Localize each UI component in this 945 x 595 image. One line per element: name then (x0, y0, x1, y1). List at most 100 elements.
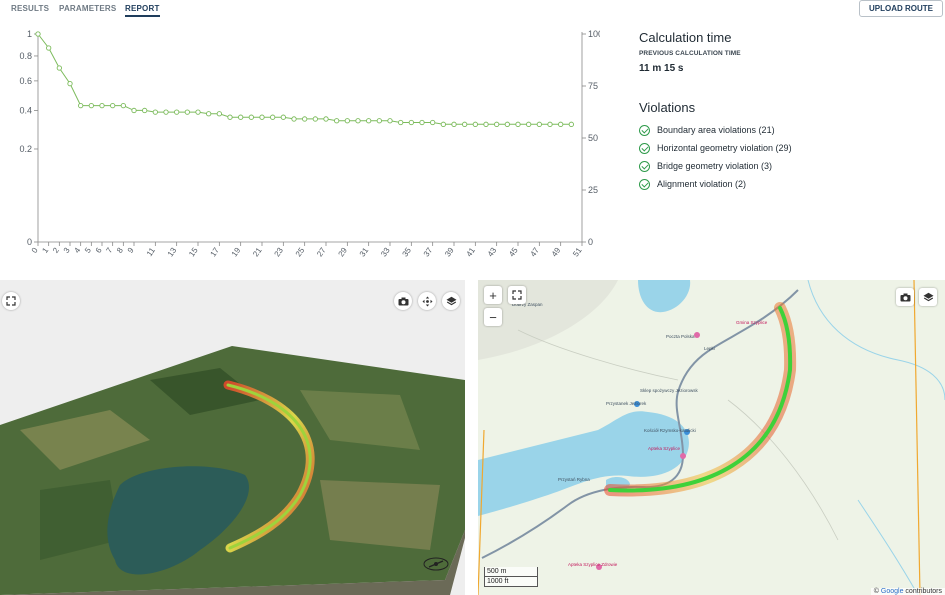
data-point (440, 121, 446, 127)
map-layers-button[interactable] (919, 288, 937, 306)
fullscreen-button[interactable] (2, 292, 20, 310)
x-tick-label: 9 (126, 246, 136, 255)
attribution-google[interactable]: Google (881, 588, 904, 595)
x-tick-label: 1 (40, 246, 50, 255)
x-tick-label: 43 (486, 246, 499, 259)
data-point (366, 118, 372, 124)
x-tick-label: 29 (336, 246, 349, 259)
camera-icon (398, 297, 408, 305)
data-point (462, 121, 468, 127)
data-point (323, 116, 329, 122)
data-point (536, 121, 542, 127)
data-point (174, 109, 180, 115)
check-circle-icon (639, 160, 650, 172)
violation-item: Bridge geometry violation (3) (639, 157, 939, 175)
violation-label: Bridge geometry violation (3) (657, 161, 773, 171)
map-canvas[interactable] (478, 280, 945, 595)
data-point (515, 121, 521, 127)
map-label: Apteka Szyplice Zdrowie (568, 562, 618, 567)
map-label: Sklep spożywczy Jeziorowsk (640, 388, 698, 393)
check-circle-icon (639, 178, 650, 190)
x-tick-label: 13 (166, 246, 179, 259)
data-point (398, 119, 404, 126)
x-tick-label: 51 (571, 246, 584, 259)
lake-main (478, 411, 689, 516)
info-panel: Calculation time PREVIOUS CALCULATION TI… (639, 30, 939, 193)
map-2d-view[interactable]: Dobrzy Zaspan Poczta Polska Gmina Szypli… (478, 280, 945, 595)
road-minor (727, 399, 839, 541)
data-point (334, 118, 340, 124)
data-point (291, 116, 297, 122)
x-tick-label: 39 (443, 246, 456, 259)
violation-item: Alignment violation (2) (639, 175, 939, 193)
layers-icon (923, 292, 933, 301)
data-point (472, 121, 478, 127)
data-point (195, 109, 201, 115)
y-tick-label-left: 0.6 (19, 76, 32, 86)
map-label: Apteka Szyplice (648, 446, 681, 451)
data-point (99, 102, 105, 109)
zoom-in-button[interactable]: + (484, 286, 502, 304)
x-tick-label: 7 (104, 246, 114, 255)
y-tick-label-left: 0.2 (19, 144, 32, 154)
x-tick-label: 41 (464, 246, 477, 259)
x-tick-label: 31 (358, 246, 371, 259)
lake-upper (638, 280, 691, 313)
x-tick-label: 35 (400, 246, 413, 259)
data-point (120, 102, 126, 109)
data-point (35, 31, 41, 37)
data-point (547, 121, 553, 127)
x-tick-label: 15 (187, 246, 200, 259)
y-tick-label-right: 75 (588, 81, 598, 91)
map-label: Przystań Rybna (558, 477, 590, 482)
terrain-canvas[interactable] (0, 280, 465, 595)
check-circle-icon (639, 142, 650, 154)
x-tick-label: 49 (550, 246, 563, 259)
scale-imperial: 1000 ft (484, 577, 538, 587)
x-tick-label: 21 (251, 246, 264, 259)
data-point (430, 119, 436, 126)
map-label: Gmina Szyplice (736, 320, 768, 325)
data-point (56, 65, 62, 71)
violation-label: Horizontal geometry violation (29) (657, 143, 792, 153)
boundary-line (913, 280, 921, 595)
attribution-contributors: contributors (905, 588, 942, 595)
x-tick-label: 23 (272, 246, 285, 259)
x-tick-label: 27 (315, 246, 328, 259)
tab-parameters[interactable]: PARAMETERS (59, 4, 116, 13)
calculation-progress-chart: 00.20.40.60.81 0255075100 01234567891113… (19, 29, 600, 259)
data-point (46, 45, 52, 51)
camera-icon (900, 293, 910, 301)
series-line (37, 33, 572, 125)
violation-item: Horizontal geometry violation (29) (639, 139, 939, 157)
top-navigation: RESULTS PARAMETERS REPORT UPLOAD ROUTE (0, 0, 945, 17)
upload-route-button[interactable]: UPLOAD ROUTE (859, 0, 943, 17)
violation-label: Boundary area violations (21) (657, 125, 775, 135)
calculation-time-value: 11 m 15 s (639, 63, 684, 74)
field-patches (320, 480, 440, 550)
layers-button[interactable] (442, 292, 460, 310)
data-point (408, 119, 414, 126)
move-button[interactable] (418, 292, 436, 310)
x-tick-label: 19 (230, 246, 243, 259)
screenshot-button[interactable] (394, 292, 412, 310)
x-tick-label: 8 (115, 246, 125, 255)
tab-report[interactable]: REPORT (125, 4, 160, 17)
terrain-3d-view[interactable] (0, 280, 465, 595)
data-point (238, 114, 244, 120)
x-tick-label: 3 (62, 246, 72, 255)
map-fullscreen-button[interactable] (508, 286, 526, 304)
data-point (259, 114, 265, 120)
y-tick-label-right: 100 (588, 29, 600, 39)
data-point (131, 107, 137, 114)
x-tick-label: 11 (145, 246, 157, 258)
zoom-out-button[interactable]: − (484, 308, 502, 326)
data-point (302, 116, 308, 122)
data-point (78, 102, 84, 109)
tab-results[interactable]: RESULTS (11, 4, 49, 13)
data-point (558, 121, 564, 127)
x-tick-label: 2 (51, 246, 61, 255)
map-screenshot-button[interactable] (896, 288, 914, 306)
data-point (216, 111, 222, 117)
violations-list: Boundary area violations (21) Horizontal… (639, 121, 939, 193)
